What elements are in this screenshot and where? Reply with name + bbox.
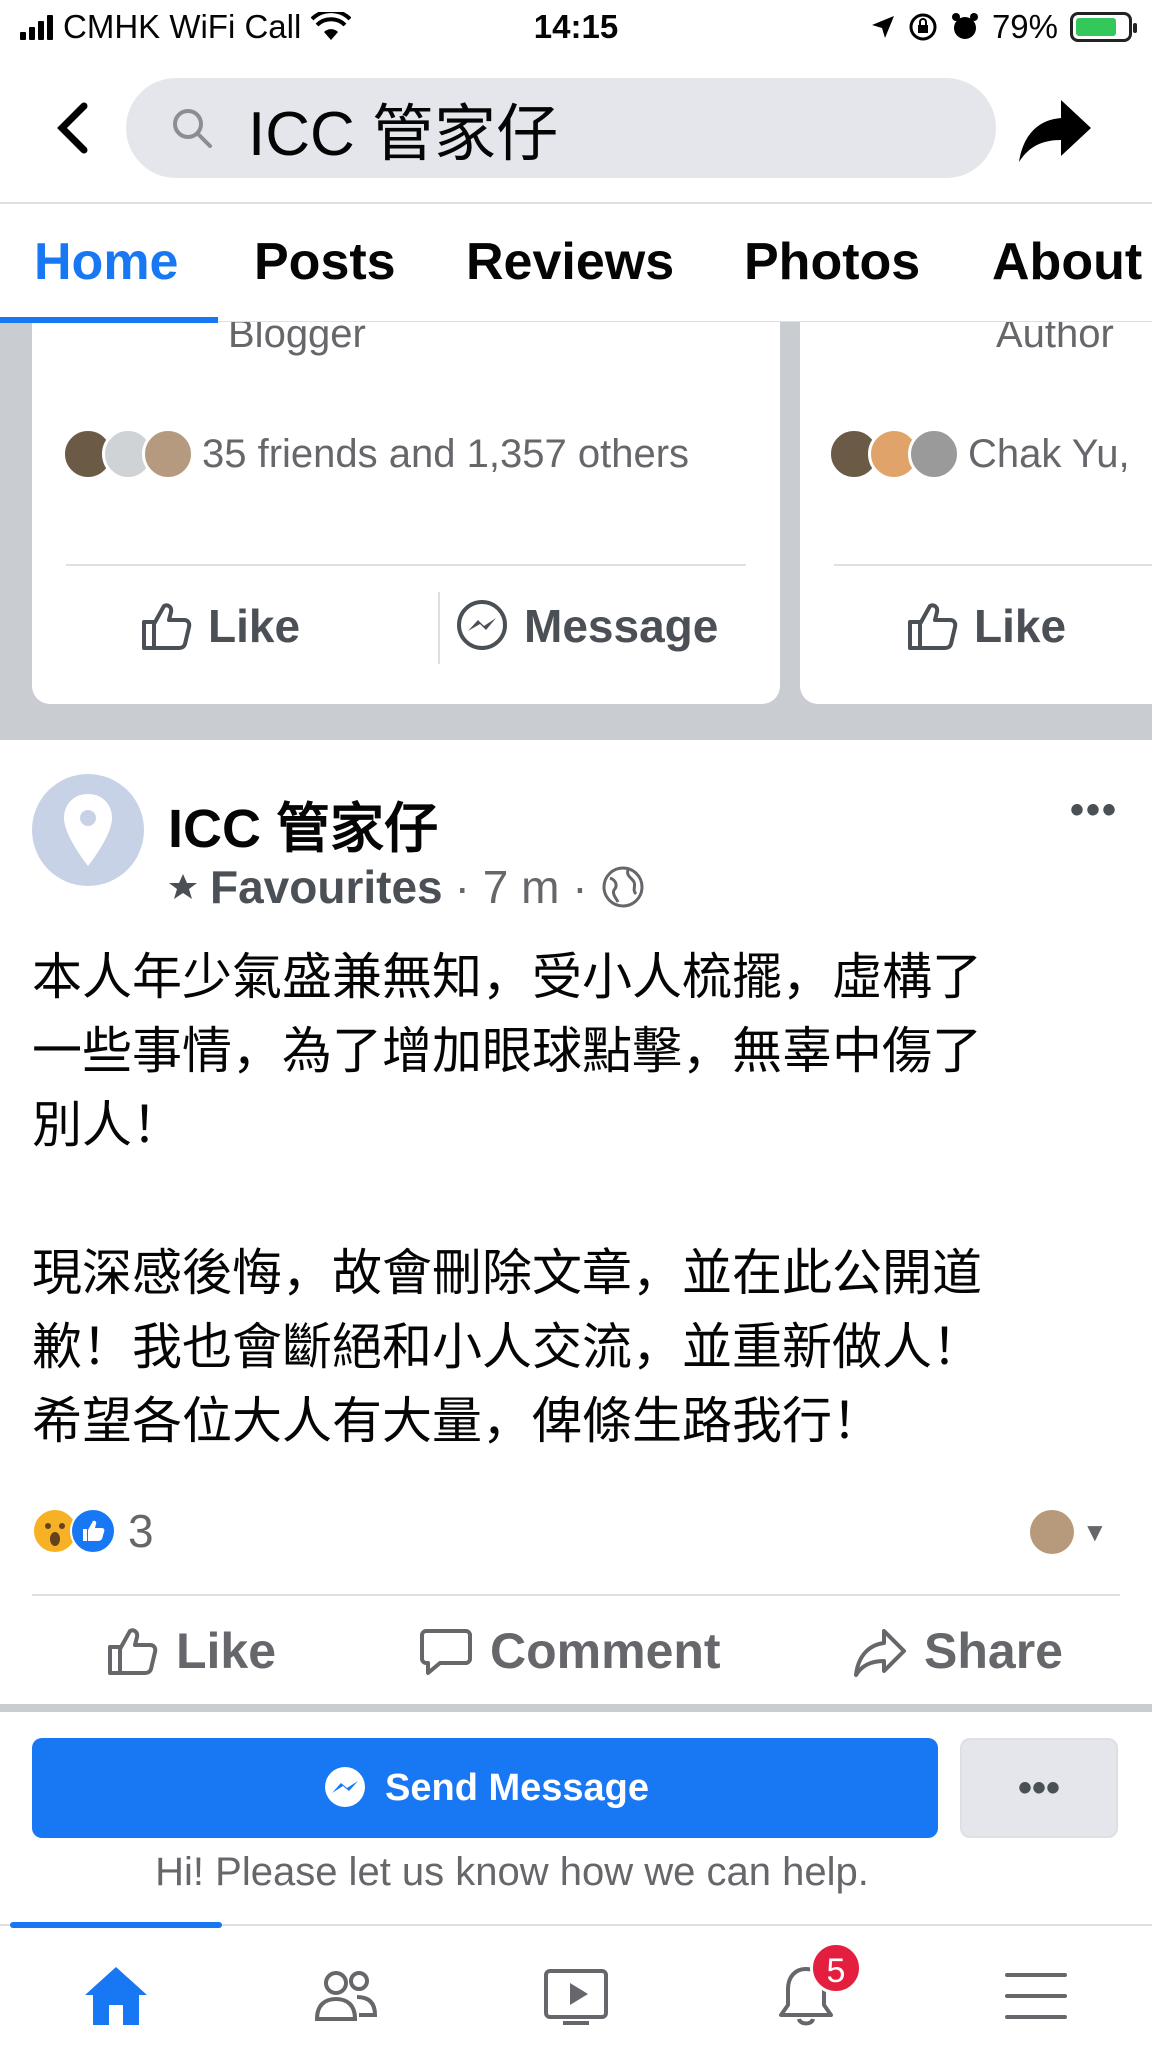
tab-reviews[interactable]: Reviews — [466, 232, 674, 292]
mutual-friends: 35 friends and 1,357 others — [62, 428, 689, 480]
video-icon — [544, 1969, 608, 2025]
comment-icon — [420, 1629, 472, 1675]
tab-about[interactable]: About — [992, 232, 1142, 292]
message-label: Message — [524, 600, 719, 652]
globe-icon — [602, 866, 644, 908]
like-reaction-icon — [70, 1508, 116, 1554]
search-header: ICC 管家仔 — [0, 60, 1152, 200]
active-tab-indicator — [0, 317, 218, 323]
mutual-friends: Chak Yu, — [828, 428, 1130, 480]
page-avatar[interactable] — [32, 774, 144, 886]
rotation-lock-icon — [909, 13, 937, 41]
location-icon — [871, 16, 894, 38]
chevron-left-icon — [57, 102, 88, 154]
post-line — [32, 1162, 1132, 1236]
send-message-label: Send Message — [385, 1766, 649, 1809]
share-button[interactable]: Share — [852, 1622, 1063, 1680]
post-like-button[interactable]: Like — [104, 1622, 276, 1680]
like-button[interactable]: Like — [904, 598, 1066, 654]
reaction-count: 3 — [128, 1505, 154, 1557]
star-icon — [169, 874, 197, 899]
post-meta: Favourites · 7 m · — [168, 860, 646, 914]
menu-icon — [1005, 1973, 1067, 2019]
more-button[interactable]: ••• — [960, 1738, 1118, 1838]
nav-home[interactable] — [76, 1956, 156, 2036]
bottom-nav: 5 — [0, 1922, 1152, 2048]
divider — [66, 564, 746, 566]
thumbs-up-icon — [108, 1628, 158, 1675]
divider — [438, 592, 440, 664]
mutual-text: Chak Yu, — [968, 431, 1130, 476]
post-line: 希望各位大人有大量，俾條生路我行！ — [32, 1393, 882, 1449]
post: ICC 管家仔 Favourites · 7 m · ••• 本人年少氣盛兼無知… — [0, 740, 1152, 1712]
messenger-icon — [325, 1767, 365, 1807]
message-button[interactable]: Message — [454, 598, 718, 654]
tab-home[interactable]: Home — [34, 232, 178, 292]
battery-icon — [1070, 12, 1137, 42]
greeting-text: Hi! Please let us know how we can help. — [155, 1850, 869, 1894]
back-button[interactable] — [52, 98, 102, 158]
viewer-selector[interactable]: ▼ — [1030, 1510, 1108, 1554]
search-icon — [173, 109, 212, 148]
battery-percent: 79% — [991, 8, 1058, 45]
post-line: 本人年少氣盛兼無知，受小人梳擺，虛構了 — [32, 949, 982, 1005]
like-label: Like — [176, 1623, 277, 1679]
search-input[interactable]: ICC 管家仔 — [126, 78, 996, 178]
more-options-icon[interactable]: ••• — [1070, 788, 1118, 833]
alarm-icon — [951, 13, 978, 39]
post-line: 一些事情，為了增加眼球點擊，無辜中傷了 — [32, 1023, 982, 1079]
nav-watch[interactable] — [536, 1956, 616, 2036]
post-body: 本人年少氣盛兼無知，受小人梳擺，虛構了 一些事情，為了增加眼球點擊，無辜中傷了 … — [32, 940, 1132, 1458]
friends-icon — [314, 1971, 378, 2021]
home-icon — [85, 1967, 147, 2025]
location-pin-icon — [64, 794, 112, 866]
send-message-button[interactable]: Send Message — [32, 1738, 938, 1838]
nav-menu[interactable] — [996, 1956, 1076, 2036]
like-label: Like — [208, 600, 301, 652]
divider — [0, 1704, 1152, 1712]
tab-photos[interactable]: Photos — [744, 232, 920, 292]
messenger-icon — [457, 600, 507, 650]
page-tabs: Home Posts Reviews Photos About — [0, 202, 1152, 323]
notification-badge: 5 — [810, 1942, 862, 1994]
status-bar: CMHK WiFi Call 14:15 79% — [0, 0, 1152, 60]
nav-notifications[interactable]: 5 — [766, 1942, 862, 2036]
reaction-summary[interactable]: 3 — [32, 1504, 154, 1558]
like-label: Like — [974, 600, 1067, 652]
post-line: 現深感後悔，故會刪除文章，並在此公開道 — [32, 1245, 982, 1301]
post-author[interactable]: ICC 管家仔 — [168, 784, 438, 863]
avatar — [142, 428, 194, 480]
avatar — [908, 428, 960, 480]
post-line: 別人！ — [32, 1097, 182, 1153]
caret-down-icon: ▼ — [1082, 1516, 1108, 1547]
divider — [834, 564, 1152, 566]
mutual-text: 35 friends and 1,357 others — [202, 431, 690, 476]
avatar — [1030, 1510, 1074, 1554]
status-right: 79% — [870, 8, 1137, 46]
share-arrow-icon[interactable] — [1015, 90, 1095, 170]
suggested-pages: Blogger 35 friends and 1,357 others Like… — [0, 222, 1152, 740]
comment-label: Comment — [490, 1623, 721, 1679]
favourites-label: Favourites — [210, 861, 443, 913]
divider — [32, 1594, 1120, 1596]
active-nav-indicator — [10, 1922, 222, 1928]
like-button[interactable]: Like — [138, 598, 300, 654]
share-icon — [854, 1629, 906, 1677]
share-label: Share — [924, 1623, 1063, 1679]
thumbs-up-icon — [142, 603, 192, 650]
tab-posts[interactable]: Posts — [254, 232, 396, 292]
post-line: 歉！我也會斷絕和小人交流，並重新做人！ — [32, 1319, 982, 1375]
post-time: · 7 m · — [454, 861, 588, 913]
comment-button[interactable]: Comment — [418, 1622, 721, 1680]
thumbs-up-icon — [908, 603, 958, 650]
search-query: ICC 管家仔 — [248, 100, 559, 169]
nav-friends[interactable] — [306, 1956, 386, 2036]
